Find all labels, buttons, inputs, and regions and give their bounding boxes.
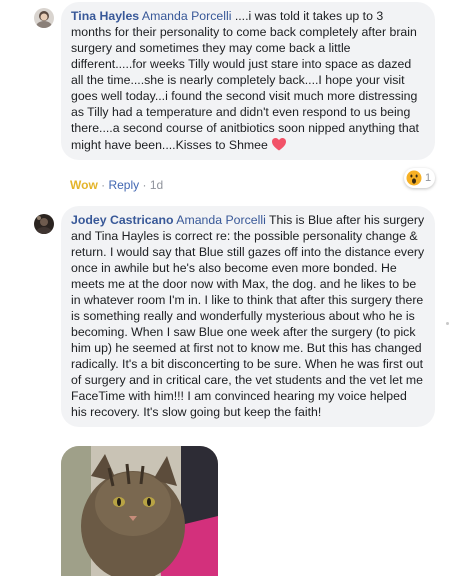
comment-bubble: Tina Hayles Amanda Porcelli ....i was to… <box>61 2 435 160</box>
comment-mention[interactable]: Amanda Porcelli <box>142 9 232 23</box>
wow-reaction-button[interactable]: Wow <box>70 178 98 192</box>
avatar[interactable] <box>34 214 54 234</box>
scrollbar[interactable] <box>446 322 449 325</box>
comment-mention[interactable]: Amanda Porcelli <box>176 213 266 227</box>
reaction-summary[interactable]: 1 <box>404 168 436 188</box>
comment-text: This is Blue after his surgery and Tina … <box>71 213 425 419</box>
comment-timestamp[interactable]: 1d <box>150 178 163 192</box>
comment-actions: Wow · Reply · 1d <box>70 178 163 192</box>
comment-author[interactable]: Jodey Castricano <box>71 213 174 227</box>
comment-author[interactable]: Tina Hayles <box>71 9 139 23</box>
separator: · <box>101 178 106 192</box>
comment-bubble: Jodey Castricano Amanda Porcelli This is… <box>61 206 435 427</box>
avatar[interactable] <box>34 8 54 28</box>
cat-photo[interactable] <box>61 446 218 576</box>
comment-text: ....i was told it takes up to 3 months f… <box>71 9 419 152</box>
wow-icon <box>406 170 422 186</box>
reply-button[interactable]: Reply <box>108 178 139 192</box>
reaction-count: 1 <box>425 172 432 184</box>
separator: · <box>142 178 147 192</box>
heart-icon <box>271 136 287 152</box>
